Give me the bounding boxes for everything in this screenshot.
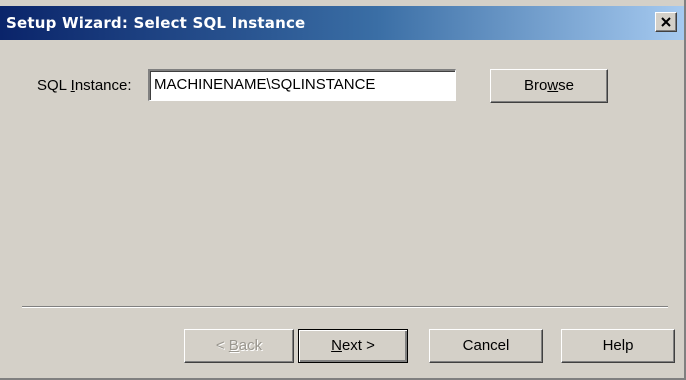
setup-wizard-dialog: Setup Wizard: Select SQL Instance SQL In… xyxy=(0,0,686,380)
close-icon xyxy=(661,17,671,27)
sql-instance-input[interactable]: MACHINENAME\SQLINSTANCE xyxy=(148,69,456,101)
cancel-button[interactable]: Cancel xyxy=(429,329,543,363)
window-title: Setup Wizard: Select SQL Instance xyxy=(6,14,306,32)
separator-line xyxy=(22,306,668,308)
sql-instance-label: SQL Instance: xyxy=(37,77,132,94)
back-button[interactable]: < Back xyxy=(184,329,294,363)
title-bar[interactable]: Setup Wizard: Select SQL Instance xyxy=(0,6,684,40)
close-button[interactable] xyxy=(655,12,677,32)
help-button[interactable]: Help xyxy=(561,329,675,363)
browse-button[interactable]: Browse xyxy=(490,69,608,103)
next-button[interactable]: Next > xyxy=(298,329,408,363)
